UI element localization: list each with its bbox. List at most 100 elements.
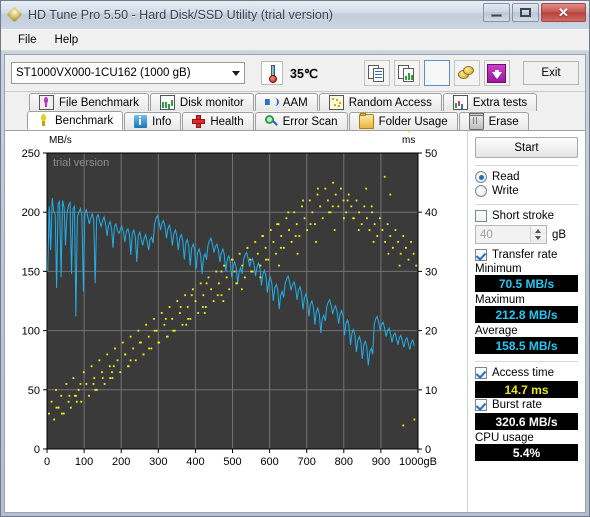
checkbox-access-time[interactable]: Access time — [475, 367, 578, 379]
triangle-up-icon — [535, 228, 541, 233]
svg-text:100: 100 — [75, 456, 93, 468]
start-button[interactable]: Start — [475, 137, 578, 158]
checkbox-burst-rate[interactable]: Burst rate — [475, 399, 578, 411]
cpu-usage-label: CPU usage — [475, 432, 534, 444]
svg-text:600: 600 — [260, 456, 278, 468]
svg-text:ms: ms — [402, 135, 415, 146]
checkbox-short-stroke-label: Short stroke — [492, 210, 554, 222]
benchmark-side-panel: Start Read Write Short stroke 40 gB Tran… — [467, 131, 585, 512]
svg-text:400: 400 — [186, 456, 204, 468]
svg-text:0: 0 — [34, 444, 40, 456]
coins-button[interactable] — [453, 60, 480, 86]
tab-disk-monitor-label: Disk monitor — [179, 96, 244, 109]
checkbox-access-time-label: Access time — [492, 367, 554, 379]
tab-aam[interactable]: AAM — [254, 93, 318, 111]
checkbox-short-stroke[interactable]: Short stroke — [475, 210, 578, 222]
menu-item-file-label: File — [18, 34, 37, 46]
short-stroke-unit: gB — [552, 228, 567, 241]
window-title: HD Tune Pro 5.50 - Hard Disk/SSD Utility… — [28, 8, 333, 22]
file-benchmark-icon — [39, 95, 54, 110]
temperature-value: 35℃ — [290, 66, 318, 81]
stepper-up-button[interactable] — [531, 227, 545, 235]
random-access-icon — [328, 95, 344, 110]
tab-folder-usage-label: Folder Usage — [378, 115, 448, 128]
toolbar: ST1000VX000-1CU162 (1000 gB) 35℃ Exit — [5, 55, 585, 92]
tab-bar: File Benchmark Disk monitor AAM Random A… — [5, 92, 585, 130]
tab-benchmark-label: Benchmark — [55, 114, 114, 127]
burst-rate-value: 320.6 MB/s — [475, 413, 578, 430]
tab-disk-monitor[interactable]: Disk monitor — [149, 93, 254, 111]
folder-usage-icon — [358, 113, 374, 129]
radio-read-label: Read — [492, 171, 520, 183]
svg-text:200: 200 — [112, 456, 130, 468]
copy-text-button[interactable] — [363, 60, 390, 86]
blank-button[interactable] — [423, 60, 450, 86]
radio-write[interactable]: Write — [475, 185, 578, 197]
checkbox-short-stroke-indicator — [475, 210, 487, 222]
average-value: 158.5 MB/s — [475, 337, 578, 354]
average-label: Average — [475, 325, 518, 337]
minimize-button[interactable] — [483, 3, 510, 22]
tab-benchmark[interactable]: Benchmark — [27, 111, 124, 130]
tab-health-label: Health — [210, 115, 244, 128]
tab-health[interactable]: Health — [182, 112, 254, 130]
benchmark-icon — [37, 114, 50, 127]
maximum-value: 212.8 MB/s — [475, 306, 578, 323]
access-time-value: 14.7 ms — [475, 381, 578, 398]
copy-text-icon — [368, 64, 385, 82]
checkbox-burst-rate-indicator — [475, 399, 487, 411]
checkbox-burst-rate-label: Burst rate — [492, 399, 542, 411]
tab-folder-usage[interactable]: Folder Usage — [348, 112, 458, 130]
minimum-label: Minimum — [475, 263, 522, 275]
tab-random-access[interactable]: Random Access — [318, 93, 442, 111]
checkbox-transfer-rate-indicator — [475, 249, 487, 261]
short-stroke-size-row: 40 gB — [475, 225, 578, 244]
tab-error-scan[interactable]: Error Scan — [254, 112, 348, 130]
svg-text:20: 20 — [425, 326, 437, 338]
triangle-down-icon — [535, 236, 541, 241]
tab-erase[interactable]: Erase — [458, 112, 529, 130]
radio-read[interactable]: Read — [475, 171, 578, 183]
close-button[interactable]: ✕ — [541, 3, 586, 22]
thermometer-icon — [261, 61, 283, 85]
tab-erase-label: Erase — [488, 115, 519, 128]
benchmark-chart-svg: trial version MB/s ms 0 50 100 150 200 250 0 10 20 3… — [22, 131, 437, 468]
stepper-buttons — [530, 227, 545, 242]
health-icon — [192, 115, 206, 128]
tab-info[interactable]: Info — [124, 112, 182, 130]
error-scan-icon — [264, 115, 278, 128]
download-button[interactable] — [483, 60, 510, 86]
svg-text:0: 0 — [425, 444, 431, 456]
svg-text:50: 50 — [28, 385, 40, 397]
copy-image-button[interactable] — [393, 60, 420, 86]
svg-text:40: 40 — [425, 207, 437, 219]
menu-item-file[interactable]: File — [9, 32, 46, 48]
coins-icon — [458, 65, 475, 81]
svg-text:250: 250 — [22, 148, 40, 160]
exit-button-label: Exit — [541, 67, 561, 79]
checkbox-transfer-rate-label: Transfer rate — [492, 249, 558, 261]
app-icon — [7, 7, 23, 23]
exit-button[interactable]: Exit — [523, 61, 579, 85]
menu-item-help[interactable]: Help — [46, 32, 88, 48]
maximize-button[interactable] — [512, 3, 539, 22]
tab-extra-tests-label: Extra tests — [472, 96, 528, 109]
svg-text:800: 800 — [335, 456, 353, 468]
tab-extra-tests[interactable]: Extra tests — [442, 93, 538, 111]
tab-file-benchmark[interactable]: File Benchmark — [29, 93, 149, 111]
download-icon — [487, 63, 507, 83]
maximize-icon — [520, 8, 531, 17]
menu-item-help-label: Help — [54, 34, 79, 46]
start-button-label: Start — [514, 141, 539, 154]
svg-text:900: 900 — [372, 456, 390, 468]
short-stroke-stepper[interactable]: 40 — [475, 225, 547, 244]
svg-text:700: 700 — [298, 456, 316, 468]
stepper-down-button[interactable] — [531, 234, 545, 242]
svg-text:500: 500 — [223, 456, 241, 468]
copy-image-icon — [398, 64, 415, 82]
drive-select[interactable]: ST1000VX000-1CU162 (1000 gB) — [11, 62, 245, 84]
svg-text:150: 150 — [22, 266, 40, 278]
svg-text:200: 200 — [22, 207, 40, 219]
checkbox-transfer-rate[interactable]: Transfer rate — [475, 249, 578, 261]
benchmark-chart: trial version MB/s ms 0 50 100 150 200 250 0 10 20 3… — [5, 131, 467, 512]
